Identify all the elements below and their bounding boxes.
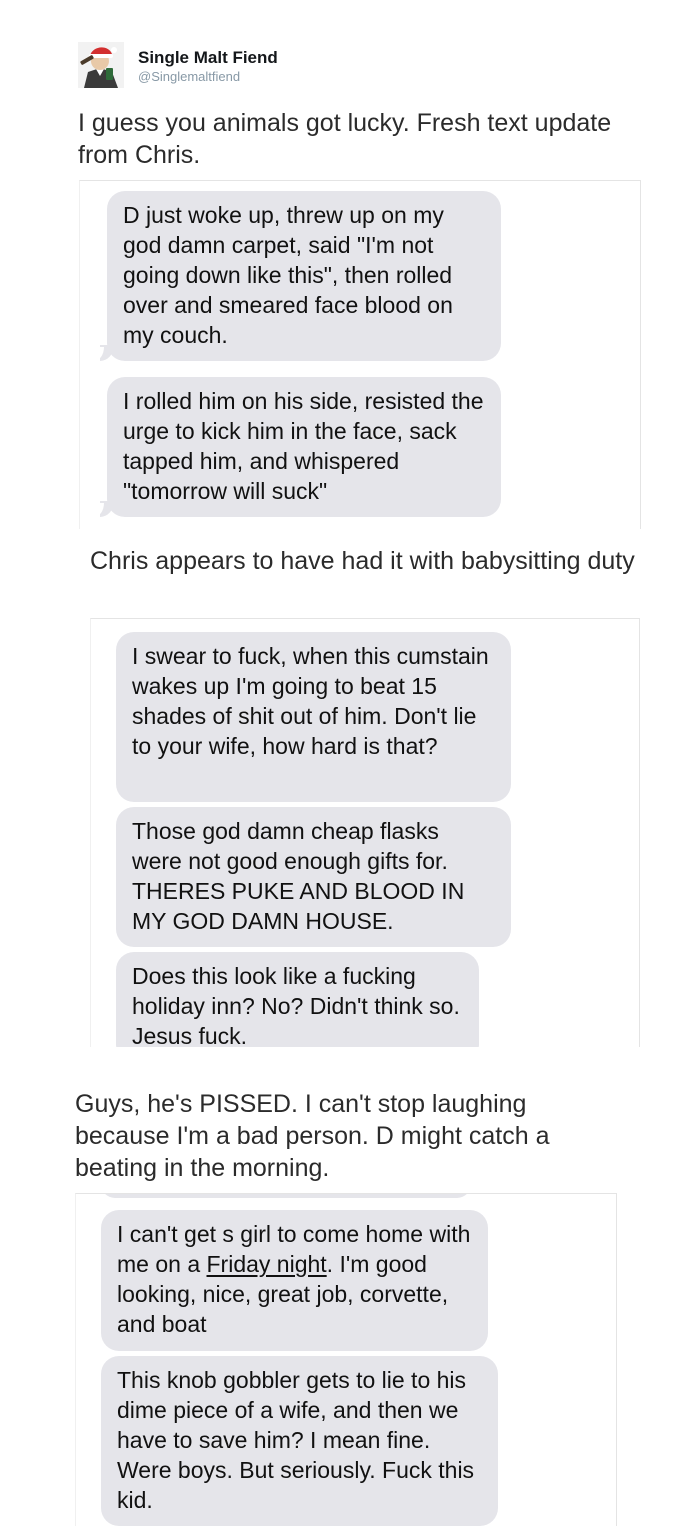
bubble-tail [92, 501, 114, 517]
tweet-text: I guess you animals got lucky. Fresh tex… [78, 109, 612, 169]
tweet-header: Single Malt Fiend @Singlemaltfiend [78, 38, 678, 90]
message-bubble: This knob gobbler gets to lie to his dim… [101, 1356, 498, 1526]
date-link[interactable]: Friday night [207, 1251, 327, 1277]
cartoon-avatar-with-santa-hat-icon [78, 42, 124, 88]
message-bubble: Does this look like a fucking holiday in… [116, 952, 479, 1047]
message-bubble: Those god damn cheap flasks were not goo… [116, 807, 511, 947]
text-screenshot-1: D just woke up, threw up on my god damn … [79, 180, 641, 529]
bubble-tail [92, 345, 114, 361]
message-bubble: I can't get s girl to come home with me … [101, 1210, 488, 1351]
tweet-text: Chris appears to have had it with babysi… [90, 547, 635, 575]
display-name[interactable]: Single Malt Fiend [138, 48, 278, 68]
message-bubble: I rolled him on his side, resisted the u… [107, 377, 501, 517]
message-bubble: D just woke up, threw up on my god damn … [107, 191, 501, 361]
cut-off-bubble [101, 1194, 471, 1198]
avatar[interactable] [78, 42, 124, 88]
message-bubble: I swear to fuck, when this cumstain wake… [116, 632, 511, 802]
text-screenshot-3: I can't get s girl to come home with me … [75, 1193, 617, 1526]
tweet-text: Guys, he's PISSED. I can't stop laughing… [75, 1090, 550, 1182]
text-screenshot-2: I swear to fuck, when this cumstain wake… [90, 618, 640, 1047]
user-handle[interactable]: @Singlemaltfiend [138, 69, 278, 85]
